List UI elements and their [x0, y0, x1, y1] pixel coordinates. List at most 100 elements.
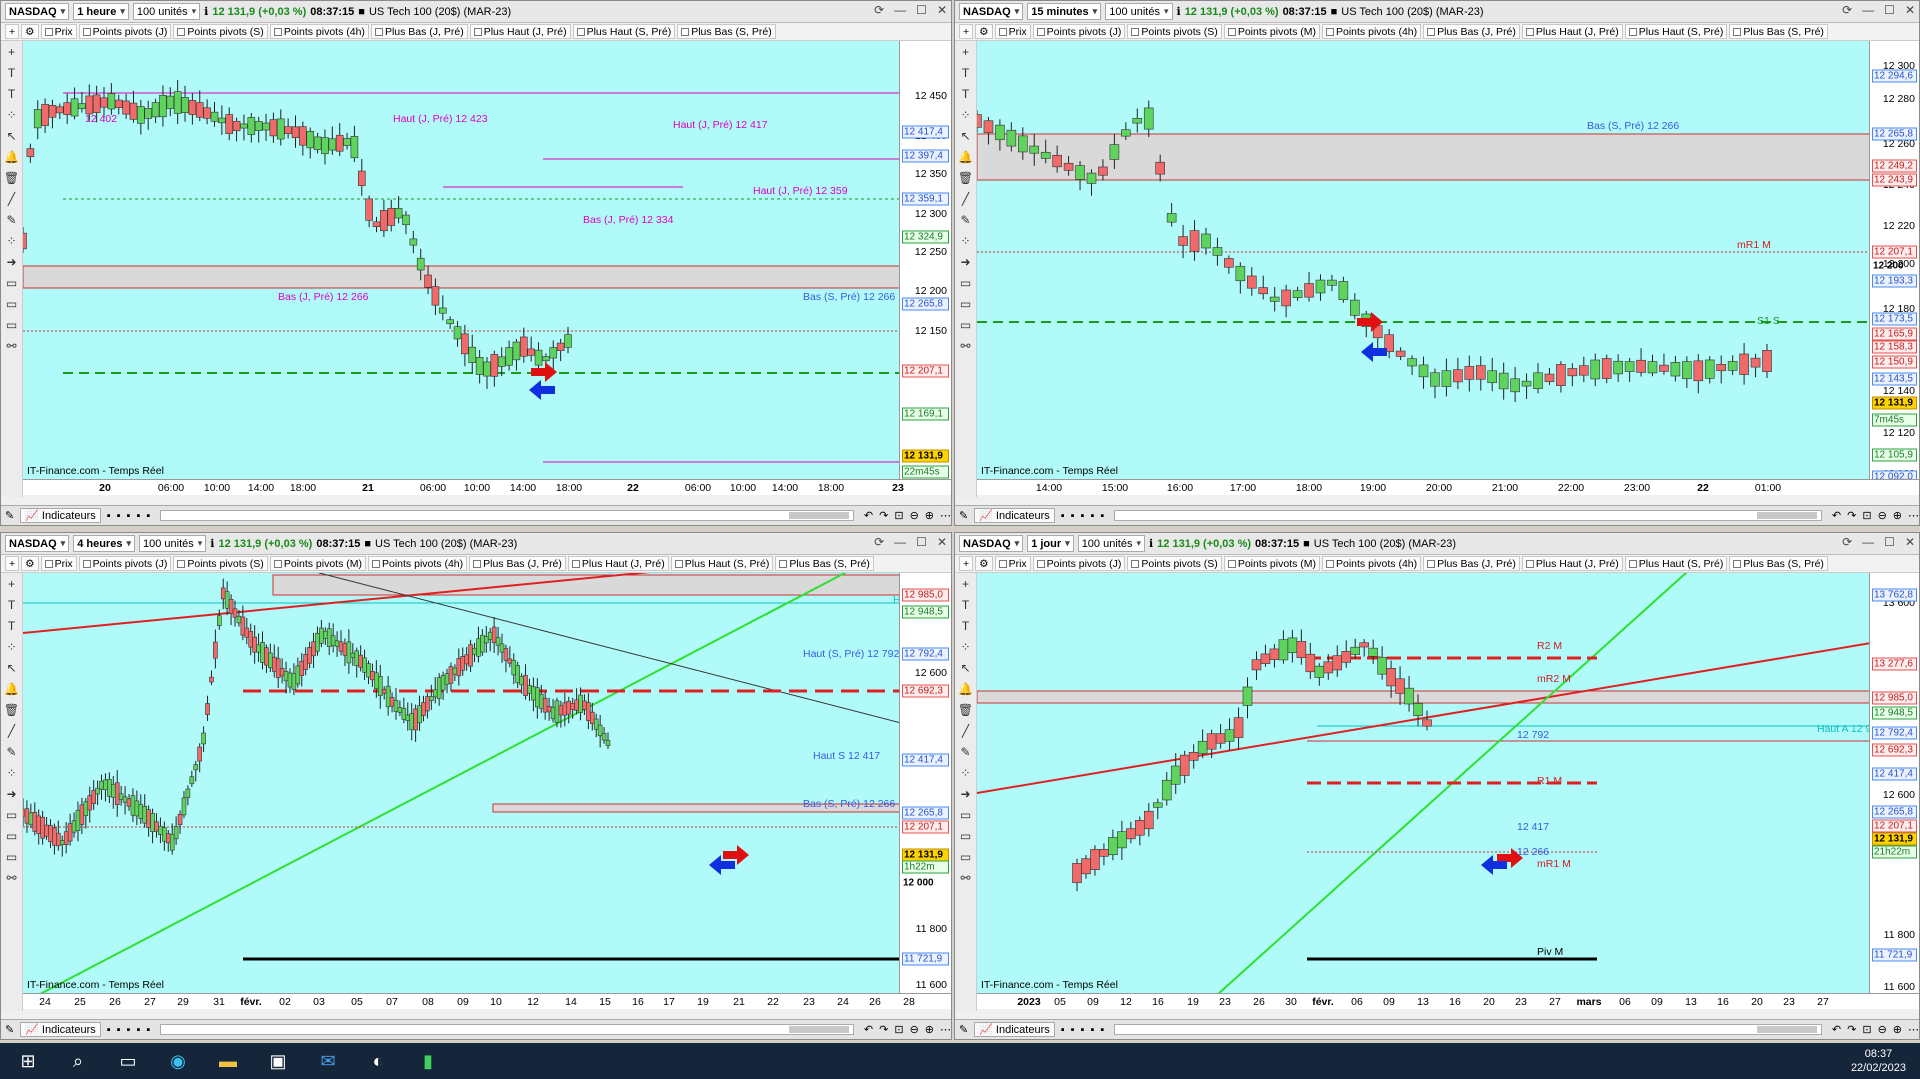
zoom-out-icon[interactable]: ⊖	[910, 1023, 919, 1036]
zoom-in-icon[interactable]: ⊕	[1893, 1023, 1902, 1036]
checkbox-icon[interactable]	[44, 559, 53, 568]
plus-icon[interactable]: +	[8, 577, 15, 591]
checkbox-icon[interactable]	[1525, 27, 1534, 36]
indicator-toggle[interactable]: Prix	[40, 24, 77, 39]
units-select[interactable]: 100 unités	[138, 535, 207, 552]
checkbox-icon[interactable]	[273, 27, 282, 36]
zoom-out-icon[interactable]: ⊖	[1878, 509, 1887, 522]
price-chart[interactable]	[977, 573, 1871, 993]
pencil-icon[interactable]: ✎	[6, 745, 16, 759]
line-icon[interactable]: ╱	[8, 724, 15, 738]
close-icon[interactable]: ✕	[937, 535, 947, 549]
zoom-fit-icon[interactable]: ⊡	[1862, 1023, 1871, 1036]
checkbox-icon[interactable]	[372, 559, 380, 568]
market-select[interactable]: NASDAQ	[959, 3, 1024, 20]
close-icon[interactable]: ✕	[1905, 3, 1915, 17]
text-icon[interactable]: T	[8, 66, 15, 80]
timeframe-select[interactable]: 4 heures	[73, 535, 135, 552]
cross-icon[interactable]: ⁘	[960, 108, 970, 122]
checkbox-icon[interactable]	[1628, 27, 1637, 36]
minimize-icon[interactable]: —	[894, 535, 906, 549]
cross-icon[interactable]: ⁘	[960, 640, 970, 654]
settings-icon[interactable]: ⋯	[1908, 509, 1919, 522]
indicator-toggle[interactable]: Points pivots (4h)	[1322, 556, 1422, 571]
checkbox-icon[interactable]	[473, 559, 482, 568]
line-icon[interactable]: ╱	[8, 192, 15, 206]
info-icon[interactable]: ℹ	[1177, 5, 1181, 18]
indicator-toggle[interactable]: Points pivots (S)	[1127, 24, 1222, 39]
cursor-icon[interactable]: ↖	[960, 129, 970, 143]
list-icon[interactable]: ▪	[1071, 510, 1075, 522]
checkbox-icon[interactable]	[779, 559, 788, 568]
arrow-right-icon[interactable]: ➜	[6, 255, 16, 269]
price-chart[interactable]	[23, 573, 901, 993]
units-select[interactable]: 100 unités	[132, 3, 201, 20]
checkbox-icon[interactable]	[44, 27, 53, 36]
price-axis[interactable]: 12 600 12 000 11 800 11 600 12 985,0 12 948,5…	[899, 573, 951, 993]
undo-icon[interactable]: ↶	[1832, 509, 1841, 522]
chart-plot-area[interactable]: mR2 MHaut A 12 948Haut (S, Pré) 12 792R1…	[23, 573, 901, 993]
indicator-toggle[interactable]: Plus Bas (S, Pré)	[775, 556, 874, 571]
zoom-out-icon[interactable]: ⊖	[910, 509, 919, 522]
zoom-in-icon[interactable]: ⊕	[1893, 509, 1902, 522]
ruler-icon[interactable]: ▭	[960, 276, 971, 290]
info-icon[interactable]: ℹ	[210, 537, 214, 550]
text-icon[interactable]: T	[962, 619, 969, 633]
indicator-toggle[interactable]: Plus Haut (J, Pré)	[567, 556, 669, 571]
time-axis[interactable]: 14:00 15:00 16:00 17:00 18:00 19:00 20:00 21:00…	[977, 479, 1919, 495]
redo-icon[interactable]: ↷	[879, 509, 888, 522]
checkbox-icon[interactable]	[177, 559, 186, 568]
price-chart[interactable]	[23, 41, 901, 479]
ruler-icon[interactable]: ▭	[6, 850, 17, 864]
indicator-toggle[interactable]: Points pivots (J)	[78, 24, 172, 39]
text-icon[interactable]: T	[8, 598, 15, 612]
indicator-toggle[interactable]: Plus Bas (S, Pré)	[1729, 24, 1828, 39]
checkbox-icon[interactable]	[1326, 559, 1334, 568]
chart-scrollbar[interactable]	[160, 1024, 854, 1035]
indicator-toggle[interactable]: Plus Bas (J, Pré)	[469, 556, 566, 571]
calc-icon[interactable]: ▪	[127, 510, 131, 522]
tools-icon[interactable]: ▪	[1100, 1024, 1104, 1036]
trash-icon[interactable]: 🗑	[958, 171, 973, 185]
file-explorer-icon[interactable]: ▬	[214, 1051, 242, 1072]
price-axis[interactable]: 13 60013 40013 20012 60011 80011 60013 7…	[1869, 573, 1919, 993]
minimize-icon[interactable]: —	[1862, 535, 1874, 549]
indicator-toggle[interactable]: Points pivots (J)	[1032, 24, 1126, 39]
list-icon[interactable]: ▪	[1071, 1024, 1075, 1036]
units-select[interactable]: 100 unités	[1077, 535, 1145, 552]
cross-icon[interactable]: ⁘	[6, 234, 16, 248]
ruler-icon[interactable]: ▭	[6, 276, 17, 290]
pencil-icon[interactable]: ✎	[960, 213, 970, 227]
text-icon[interactable]: T	[8, 619, 15, 633]
settings-button[interactable]: ⚙	[975, 556, 993, 571]
checkbox-icon[interactable]	[177, 27, 186, 36]
chart-plot-area[interactable]: 12 402 Haut (J, Pré) 12 423 Haut (J, Pré) …	[23, 41, 901, 479]
market-select[interactable]: NASDAQ	[959, 535, 1024, 552]
scroll-thumb[interactable]	[788, 1026, 849, 1033]
indicator-toggle[interactable]: Plus Haut (J, Pré)	[1521, 556, 1623, 571]
scroll-thumb[interactable]	[1756, 512, 1817, 519]
price-chart[interactable]	[977, 41, 1871, 479]
checkbox-icon[interactable]	[1227, 559, 1236, 568]
share-icon[interactable]: ▪	[107, 1024, 111, 1036]
timeframe-select[interactable]: 1 jour	[1027, 535, 1074, 552]
minimize-icon[interactable]: —	[1862, 3, 1874, 17]
undo-icon[interactable]: ↶	[864, 509, 873, 522]
indicator-toggle[interactable]: Points pivots (4h)	[368, 556, 468, 571]
list-icon[interactable]: ▪	[117, 510, 121, 522]
drawing-pen-icon[interactable]: ✎	[5, 509, 14, 522]
store-icon[interactable]: ▣	[264, 1051, 292, 1072]
indicator-toggle[interactable]: Plus Haut (S, Pré)	[1624, 24, 1728, 39]
indicator-toggle[interactable]: Points pivots (S)	[1127, 556, 1222, 571]
share-icon[interactable]: ▪	[1061, 1024, 1065, 1036]
checkbox-icon[interactable]	[273, 559, 282, 568]
price-axis[interactable]: 12 45012 40012 35012 30012 25012 20012 1…	[899, 41, 951, 479]
refresh-icon[interactable]: ⟳	[1842, 3, 1852, 17]
add-indicator-button[interactable]: +	[959, 24, 974, 39]
indicator-toggle[interactable]: Plus Haut (S, Pré)	[670, 556, 774, 571]
screen-icon[interactable]: ▪	[1090, 1024, 1094, 1036]
settings-icon[interactable]: ⋯	[940, 1023, 951, 1036]
checkbox-icon[interactable]	[82, 27, 91, 36]
calc-icon[interactable]: ▪	[1081, 1024, 1085, 1036]
checkbox-icon[interactable]	[681, 27, 690, 36]
